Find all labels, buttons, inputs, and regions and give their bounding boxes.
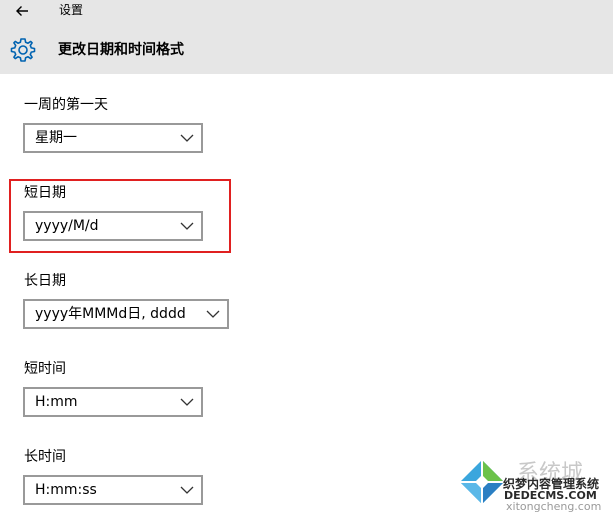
- chevron-down-icon: [180, 398, 194, 406]
- short-date-value: yyyy/M/d: [35, 218, 99, 234]
- back-button[interactable]: [6, 0, 38, 22]
- long-date-dropdown[interactable]: yyyy年MMMd日, dddd: [23, 299, 229, 329]
- long-date-value: yyyy年MMMd日, dddd: [35, 306, 186, 322]
- watermark-logo-icon: [460, 460, 504, 504]
- long-time-dropdown[interactable]: H:mm:ss: [23, 475, 203, 505]
- chevron-down-icon: [180, 486, 194, 494]
- first-day-of-week-value: 星期一: [35, 130, 77, 146]
- arrow-left-icon: [16, 6, 28, 16]
- chevron-down-icon: [206, 310, 220, 318]
- short-date-dropdown[interactable]: yyyy/M/d: [23, 211, 203, 241]
- settings-header: 设置 更改日期和时间格式: [0, 0, 613, 74]
- chevron-down-icon: [180, 222, 194, 230]
- first-day-of-week-dropdown[interactable]: 星期一: [23, 123, 203, 153]
- short-time-label: 短时间: [24, 361, 66, 377]
- page-title: 更改日期和时间格式: [58, 42, 184, 58]
- chevron-down-icon: [180, 134, 194, 142]
- app-title: 设置: [59, 3, 84, 17]
- long-time-label: 长时间: [24, 449, 66, 465]
- short-date-label: 短日期: [24, 185, 66, 201]
- short-time-value: H:mm: [35, 394, 78, 410]
- short-time-dropdown[interactable]: H:mm: [23, 387, 203, 417]
- watermark-text: xitongcheng.com: [506, 500, 602, 513]
- gear-icon: [10, 38, 36, 62]
- first-day-of-week-label: 一周的第一天: [24, 97, 108, 113]
- long-time-value: H:mm:ss: [35, 482, 97, 498]
- long-date-label: 长日期: [24, 273, 66, 289]
